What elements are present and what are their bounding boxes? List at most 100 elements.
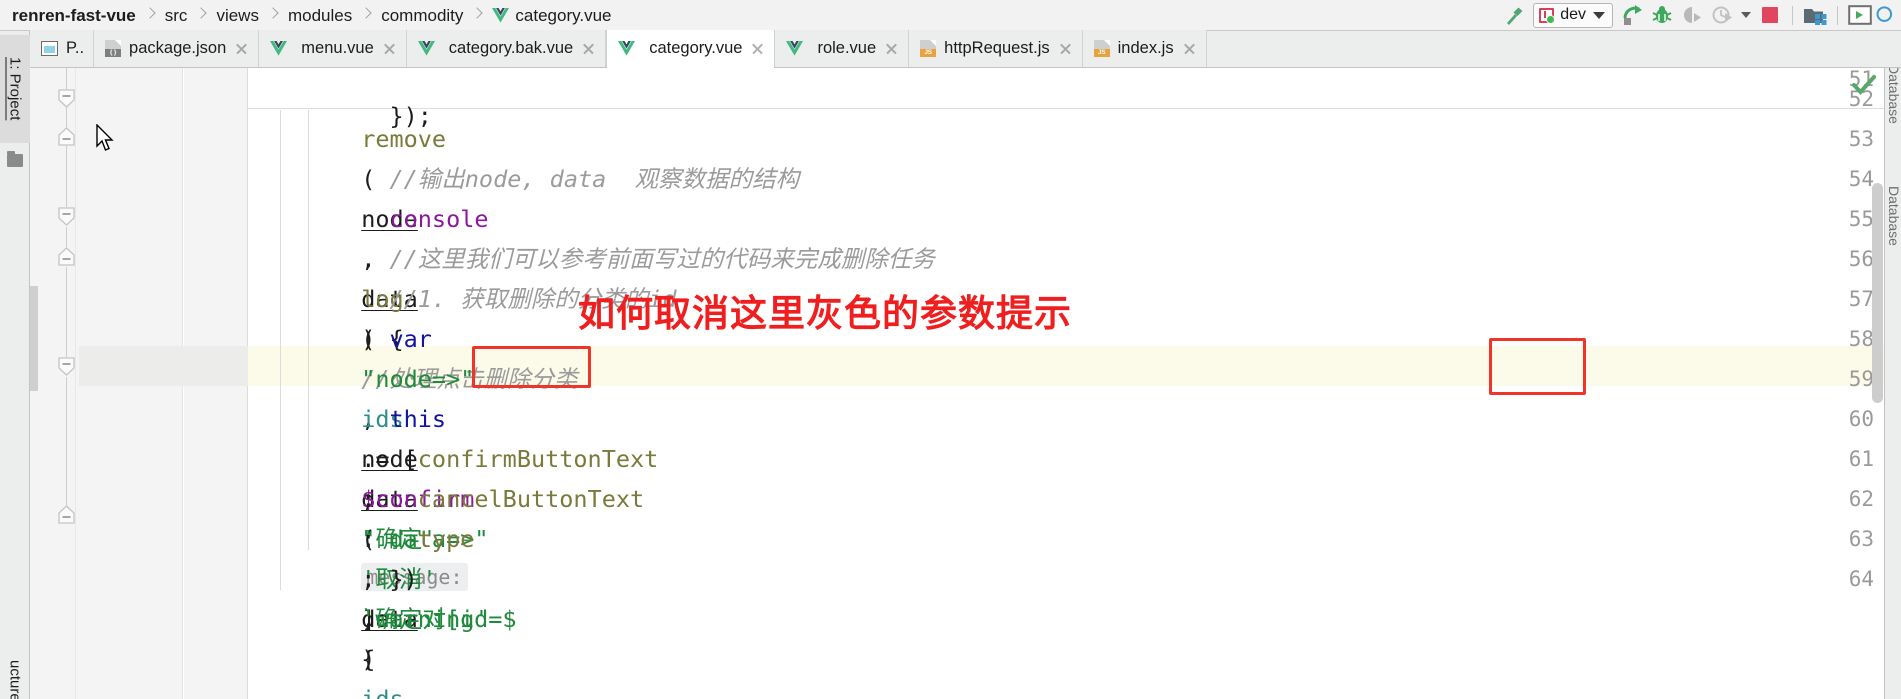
search-icon[interactable] [1875, 0, 1897, 31]
breadcrumb-label: views [216, 5, 259, 25]
code-line-60: confirmButtonText : '确定' , [361, 445, 659, 593]
fold-collapse-icon[interactable] [56, 206, 77, 227]
code-line-62: type : 'warning' [361, 525, 489, 633]
sidebar-item-structure[interactable]: ucture [0, 631, 30, 699]
close-icon[interactable] [884, 41, 899, 56]
toolbar-actions: dev [1499, 0, 1901, 30]
tab-role-vue[interactable]: role.vue [775, 30, 910, 67]
editor-vertical-scrollbar[interactable] [1872, 183, 1883, 403]
fold-region-line [66, 147, 67, 207]
code-line-54: console . log ( "node=>" , node , " data… [361, 205, 489, 673]
sidebar-item-project[interactable]: 1: Project [0, 35, 30, 143]
gutter-divider [75, 68, 76, 699]
tab-label: httpRequest.js [944, 39, 1050, 57]
tab-label: category.bak.vue [448, 39, 574, 57]
sidebar-item-label: 1: Project [6, 57, 24, 121]
tab-project-truncated[interactable]: P.. [30, 30, 95, 67]
chevron-right-icon [192, 6, 211, 25]
code-line-57: var ids = [ data . id ] [361, 325, 432, 633]
code-line-55: //这里我们可以参考前面写过的代码来完成删除任务 [248, 199, 934, 273]
run-with-coverage-icon[interactable] [1677, 0, 1707, 31]
close-icon[interactable] [382, 41, 397, 56]
close-icon[interactable] [1058, 41, 1073, 56]
tab-http-request-js[interactable]: JS httpRequest.js [909, 30, 1083, 67]
tab-label: package.json [129, 39, 227, 57]
run-configuration-selector[interactable]: dev [1533, 2, 1613, 28]
fold-collapse-icon[interactable] [56, 356, 77, 377]
sidebar-item-label: Database [1886, 186, 1901, 246]
green-check-icon[interactable] [1851, 72, 1877, 98]
fold-expand-icon[interactable] [56, 246, 77, 267]
tab-menu-vue[interactable]: menu.vue [259, 30, 407, 67]
bug-icon[interactable] [1647, 0, 1677, 31]
stop-square-icon[interactable] [1755, 0, 1785, 31]
right-tool-window-bar: Database Database [1884, 68, 1901, 699]
sidebar-item-database-1[interactable]: Database [1886, 68, 1901, 124]
breadcrumb-item-views[interactable]: views [216, 7, 259, 24]
vue-file-icon [618, 41, 636, 56]
vue-file-icon [270, 41, 288, 56]
js-file-icon: JS [920, 40, 937, 57]
project-file-icon [41, 41, 58, 56]
vue-file-icon [417, 41, 435, 56]
code-text-area[interactable]: }); remove ( node , data ) { //处理点击删除分类 … [248, 68, 1884, 699]
variable-ids: ids [361, 685, 404, 699]
chevron-right-icon [264, 6, 283, 25]
folder-icon[interactable] [7, 151, 23, 167]
tab-label: category.vue [649, 39, 743, 57]
chevron-down-icon[interactable] [1593, 11, 1605, 19]
left-panel-scrollbar[interactable] [30, 286, 38, 391]
tab-package-json[interactable]: { } package.json [94, 30, 260, 67]
tab-label: role.vue [817, 39, 877, 57]
ide-window: renren-fast-vue src views modules commod… [0, 0, 1901, 699]
toolbar-divider [1792, 5, 1793, 25]
json-file-icon: { } [105, 40, 122, 57]
code-editor[interactable]: 51 52 53 54 55 56 57 58 59 60 61 62 63 6… [30, 68, 1884, 699]
profile-icon[interactable] [1707, 0, 1737, 31]
string-literal: 'warning' [361, 605, 489, 633]
keyword-var: var [361, 325, 432, 353]
chevron-right-icon [468, 6, 487, 25]
close-icon[interactable] [581, 41, 596, 56]
breadcrumb-label: modules [287, 5, 353, 25]
breadcrumb-item-project[interactable]: renren-fast-vue [12, 7, 136, 24]
close-icon[interactable] [750, 41, 765, 56]
tab-index-js[interactable]: JS index.js [1082, 30, 1207, 67]
chevron-right-icon [141, 6, 160, 25]
close-icon[interactable] [1182, 41, 1197, 56]
fold-expand-icon[interactable] [56, 504, 77, 525]
chevron-right-icon [357, 6, 376, 25]
js-file-icon: JS [1093, 40, 1110, 57]
fold-expand-icon[interactable] [56, 126, 77, 147]
left-tool-window-bar: 1: Project ucture [0, 31, 30, 699]
breadcrumb-item-commodity[interactable]: commodity [381, 7, 463, 24]
run-arrow-icon[interactable] [1617, 0, 1647, 31]
sidebar-item-database-2[interactable]: Database [1886, 186, 1901, 246]
code-line-53: //输出node, data 观察数据的结构 [248, 119, 799, 193]
breadcrumb-item-category-vue[interactable]: category.vue [492, 7, 611, 24]
breadcrumb-item-modules[interactable]: modules [288, 7, 352, 24]
hammer-icon[interactable] [1499, 0, 1529, 31]
toolbar-divider [1837, 5, 1838, 25]
fold-region-line [66, 267, 67, 357]
run-config-label: dev [1560, 6, 1586, 23]
code-line-59: this . $confirm ( message: `确定对[id=$ { i… [248, 359, 517, 699]
close-icon[interactable] [234, 41, 249, 56]
tab-category-vue[interactable]: category.vue [606, 30, 776, 68]
navigation-bar: renren-fast-vue src views modules commod… [0, 0, 1901, 31]
tab-category-bak-vue[interactable]: category.bak.vue [406, 30, 607, 67]
fold-region-line [66, 227, 67, 247]
run-config-icon [1539, 7, 1556, 24]
profile-dropdown-chevron-down-icon[interactable] [1737, 0, 1755, 31]
terminal-icon[interactable] [1845, 0, 1875, 31]
code-line-56: //1. 获取删除的分类的id [248, 239, 676, 313]
breadcrumb-item-src[interactable]: src [165, 7, 188, 24]
vue-logo-icon [492, 7, 510, 23]
breadcrumb-label: renren-fast-vue [12, 5, 136, 25]
folder-modules-icon[interactable] [1800, 0, 1830, 31]
code-line-63: }) [361, 565, 418, 593]
sidebar-item-label: Database [1886, 68, 1901, 124]
fold-collapse-icon[interactable] [56, 88, 77, 109]
tab-label: P.. [66, 39, 85, 57]
sidebar-item-label: ucture [6, 659, 24, 699]
